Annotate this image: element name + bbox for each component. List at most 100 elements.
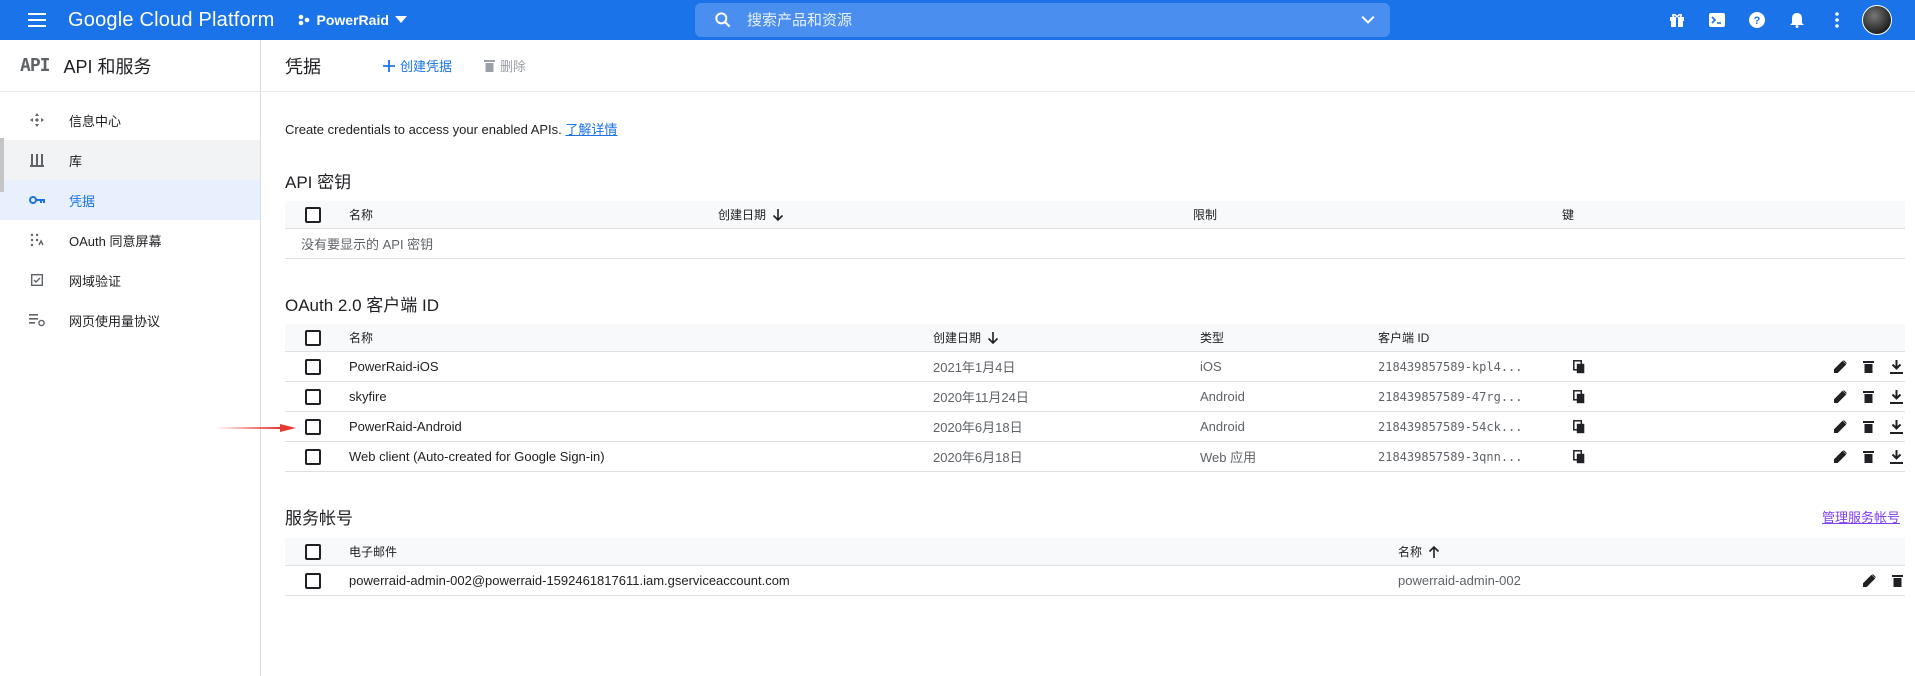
select-all-checkbox[interactable]: [305, 330, 321, 346]
search-bar[interactable]: [695, 3, 1390, 37]
delete-icon[interactable]: [1858, 387, 1878, 407]
download-icon[interactable]: [1886, 357, 1906, 377]
key-icon: [28, 191, 46, 209]
sidebar-title: API 和服务: [63, 56, 152, 77]
column-name[interactable]: 名称: [349, 329, 373, 346]
more-vert-icon[interactable]: [1817, 0, 1857, 40]
client-name[interactable]: skyfire: [349, 389, 387, 404]
empty-message: 没有要显示的 API 密钥: [301, 237, 434, 252]
create-credentials-label: 创建凭据: [400, 59, 453, 74]
sidebar-item-label: 网页使用量协议: [69, 313, 161, 329]
client-name[interactable]: Web client (Auto-created for Google Sign…: [349, 449, 605, 464]
sidebar-item-domain-verification[interactable]: 网域验证: [0, 260, 260, 300]
select-all-checkbox[interactable]: [305, 544, 321, 560]
edit-icon[interactable]: [1859, 571, 1879, 591]
download-icon[interactable]: [1886, 417, 1906, 437]
table-row: 没有要显示的 API 密钥: [285, 229, 1905, 259]
top-bar: Google Cloud Platform PowerRaid ?: [0, 0, 1915, 40]
created-date: 2021年1月4日: [933, 360, 1016, 375]
client-name[interactable]: PowerRaid-iOS: [349, 359, 439, 374]
delete-icon[interactable]: [1858, 447, 1878, 467]
table-row: powerraid-admin-002@powerraid-1592461817…: [285, 566, 1905, 596]
delete-label: 删除: [500, 59, 527, 74]
bell-icon[interactable]: [1777, 0, 1817, 40]
app-window: Google Cloud Platform PowerRaid ?: [0, 0, 1915, 676]
oauth-title: OAuth 2.0 客户端 ID: [285, 296, 439, 315]
client-id: 218439857589-kpl4...: [1378, 359, 1523, 374]
gift-icon[interactable]: [1657, 0, 1697, 40]
column-key[interactable]: 键: [1562, 206, 1574, 223]
table-row: skyfire 2020年11月24日 Android 218439857589…: [285, 382, 1905, 412]
copy-icon[interactable]: [1569, 417, 1589, 437]
terminal-icon[interactable]: [1697, 0, 1737, 40]
sidebar-item-credentials[interactable]: 凭据: [0, 180, 260, 220]
column-type[interactable]: 类型: [1200, 329, 1224, 346]
client-id: 218439857589-3qnn...: [1378, 449, 1523, 464]
table-header: 名称 创建日期 类型 客户端 ID: [285, 324, 1905, 352]
row-checkbox[interactable]: [305, 358, 321, 375]
project-dots-icon: [298, 14, 309, 26]
sidebar-header: API API 和服务: [0, 40, 260, 92]
service-accounts-title: 服务帐号: [285, 509, 353, 528]
sidebar-item-oauth-consent[interactable]: OAuth 同意屏幕: [0, 220, 260, 260]
chevron-down-icon[interactable]: [1358, 10, 1378, 30]
column-created[interactable]: 创建日期: [718, 206, 784, 223]
page-header: 凭据 创建凭据 删除: [262, 40, 1915, 92]
service-account-email[interactable]: powerraid-admin-002@powerraid-1592461817…: [349, 573, 790, 588]
client-name[interactable]: PowerRaid-Android: [349, 419, 462, 434]
manage-service-accounts-link[interactable]: 管理服务帐号: [1822, 507, 1900, 526]
sidebar-item-label: 网域验证: [69, 273, 122, 289]
copy-icon[interactable]: [1569, 387, 1589, 407]
sidebar-item-page-usage-agreement[interactable]: 网页使用量协议: [0, 300, 260, 340]
row-checkbox[interactable]: [305, 572, 321, 589]
hamburger-menu-icon[interactable]: [24, 6, 52, 34]
edit-icon[interactable]: [1830, 447, 1850, 467]
annotation-arrow-icon: [216, 424, 296, 432]
plus-icon: [383, 59, 395, 72]
client-type: Android: [1200, 419, 1245, 434]
sidebar-item-library[interactable]: 库: [0, 140, 260, 180]
scrollbar[interactable]: [0, 138, 4, 192]
row-checkbox[interactable]: [305, 448, 321, 465]
select-all-checkbox[interactable]: [305, 207, 321, 223]
delete-button[interactable]: 删除: [484, 56, 526, 75]
column-created[interactable]: 创建日期: [933, 329, 999, 346]
create-credentials-button[interactable]: 创建凭据: [383, 56, 452, 75]
project-selector[interactable]: PowerRaid: [297, 12, 407, 28]
table-row: Web client (Auto-created for Google Sign…: [285, 442, 1905, 472]
arrow-down-icon: [772, 208, 784, 221]
row-checkbox[interactable]: [305, 418, 321, 435]
api-keys-title: API 密钥: [285, 173, 352, 192]
main-content: 凭据 创建凭据 删除 Create credentials to access …: [262, 40, 1915, 676]
download-icon[interactable]: [1886, 387, 1906, 407]
delete-icon[interactable]: [1858, 417, 1878, 437]
table-row: PowerRaid-Android 2020年6月18日 Android 218…: [285, 412, 1905, 442]
edit-icon[interactable]: [1830, 417, 1850, 437]
column-email[interactable]: 电子邮件: [349, 543, 397, 560]
search-input[interactable]: [747, 11, 1327, 29]
delete-icon[interactable]: [1887, 571, 1907, 591]
column-client-id[interactable]: 客户端 ID: [1378, 329, 1429, 346]
column-name[interactable]: 名称: [1398, 543, 1440, 560]
copy-icon[interactable]: [1569, 357, 1589, 377]
api-logo: API: [20, 55, 50, 76]
table-header: 电子邮件 名称: [285, 538, 1905, 566]
column-created-label: 创建日期: [718, 208, 767, 222]
column-restriction[interactable]: 限制: [1193, 206, 1217, 223]
download-icon[interactable]: [1886, 447, 1906, 467]
column-name[interactable]: 名称: [349, 206, 373, 223]
copy-icon[interactable]: [1569, 447, 1589, 467]
top-icons: ?: [1657, 0, 1897, 40]
arrow-down-icon: [987, 331, 999, 344]
help-icon[interactable]: ?: [1737, 0, 1777, 40]
learn-more-link[interactable]: 了解详情: [565, 122, 617, 137]
created-date: 2020年11月24日: [933, 390, 1029, 405]
account-avatar[interactable]: [1857, 0, 1897, 40]
edit-icon[interactable]: [1830, 387, 1850, 407]
row-checkbox[interactable]: [305, 388, 321, 405]
column-name-label: 名称: [1398, 545, 1423, 559]
delete-icon[interactable]: [1858, 357, 1878, 377]
brand-title[interactable]: Google Cloud Platform: [68, 9, 275, 32]
sidebar-item-dashboard[interactable]: 信息中心: [0, 100, 260, 140]
edit-icon[interactable]: [1830, 357, 1850, 377]
